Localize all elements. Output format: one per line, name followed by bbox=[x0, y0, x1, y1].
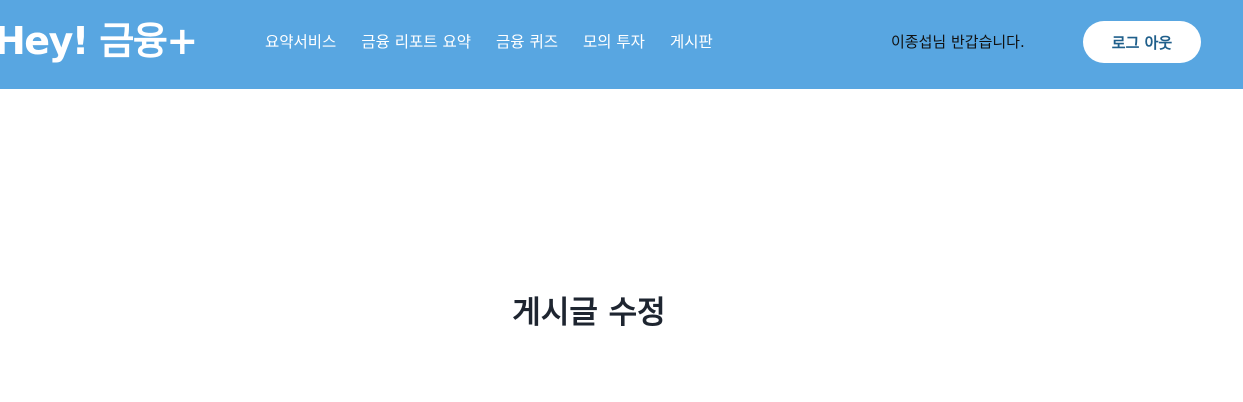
nav-item-report-summary[interactable]: 금융 리포트 요약 bbox=[361, 30, 471, 54]
nav-item-mock-investment[interactable]: 모의 투자 bbox=[583, 30, 645, 54]
logout-button[interactable]: 로그 아웃 bbox=[1083, 21, 1201, 63]
nav-item-finance-quiz[interactable]: 금융 퀴즈 bbox=[496, 30, 558, 54]
main-nav: 요약서비스 금융 리포트 요약 금융 퀴즈 모의 투자 게시판 bbox=[265, 30, 713, 54]
top-header: Hey! 금융+ 요약서비스 금융 리포트 요약 금융 퀴즈 모의 투자 게시판… bbox=[0, 0, 1243, 89]
page-title: 게시글 수정 bbox=[512, 295, 666, 331]
main-content: 게시글 수정 bbox=[0, 89, 1243, 402]
site-logo[interactable]: Hey! 금융+ bbox=[0, 19, 198, 63]
nav-item-board[interactable]: 게시판 bbox=[670, 30, 713, 54]
nav-item-summary-service[interactable]: 요약서비스 bbox=[265, 30, 336, 54]
user-greeting: 이종섭님 반갑습니다. bbox=[891, 33, 1025, 51]
